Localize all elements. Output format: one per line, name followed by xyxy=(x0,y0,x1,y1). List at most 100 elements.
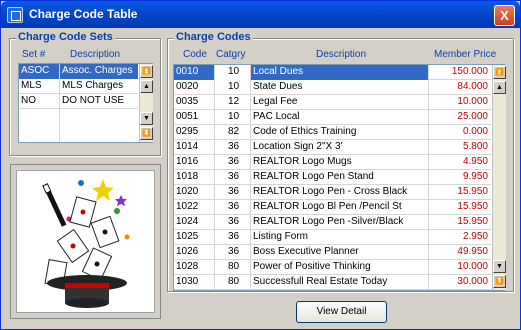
charge-category: 10 xyxy=(227,81,240,92)
charge-code-row[interactable]: 1030 80 Successfull Real Estate Today 30.00… xyxy=(174,275,491,290)
scroll-top-icon[interactable]: ⏫ xyxy=(140,65,153,78)
charge-description: Listing Form xyxy=(253,231,309,242)
charge-codes-title: Charge Codes xyxy=(174,31,253,43)
charge-code: 0295 xyxy=(176,126,199,137)
charge-code-row[interactable]: 1016 36 REALTOR Logo Mugs 4.950 xyxy=(174,155,491,170)
charge-code-row[interactable]: 0295 82 Code of Ethics Training 0.000 xyxy=(174,125,491,140)
scroll-down-icon[interactable]: ▼ xyxy=(140,112,153,125)
charge-category: 36 xyxy=(227,201,240,212)
charge-category: 10 xyxy=(227,111,240,122)
scroll-up-icon[interactable]: ▲ xyxy=(140,80,153,93)
charge-code-row[interactable]: 1022 36 REALTOR Logo Bl Pen /Pencil St 15.9… xyxy=(174,200,491,215)
charge-code: 0035 xyxy=(176,96,199,107)
charge-code: 1014 xyxy=(176,141,199,152)
charge-code: 1018 xyxy=(176,171,199,182)
charge-code: 1016 xyxy=(176,156,199,167)
charge-code-row[interactable]: 1028 80 Power of Positive Thinking 10.000 xyxy=(174,260,491,275)
charge-description: REALTOR Logo Bl Pen /Pencil St xyxy=(253,201,402,212)
scroll-bottom-icon[interactable]: ⏬ xyxy=(493,275,506,288)
set-description: DO NOT USE xyxy=(62,95,125,106)
charge-code-table-window: Charge Code Table X Charge Code Sets Set… xyxy=(0,0,521,330)
charge-category: 36 xyxy=(227,141,240,152)
charge-description: Local Dues xyxy=(251,65,428,80)
charge-code-row[interactable]: 0010 10 Local Dues 150.000 xyxy=(174,65,491,80)
member-price: 25.000 xyxy=(457,111,488,122)
charge-category: 12 xyxy=(227,96,240,107)
charge-category: 80 xyxy=(227,261,240,272)
scroll-up-icon[interactable]: ▲ xyxy=(493,81,506,94)
set-code: NO xyxy=(21,95,36,106)
description-header: Description xyxy=(316,49,367,60)
charge-category: 10 xyxy=(215,65,250,80)
scroll-top-icon[interactable]: ⏫ xyxy=(493,66,506,79)
charge-code-row[interactable]: 1018 36 REALTOR Logo Pen Stand 9.950 xyxy=(174,170,491,185)
set-header: Set # xyxy=(22,49,46,60)
set-row[interactable]: NO DO NOT USE xyxy=(19,94,138,109)
member-price: 10.000 xyxy=(457,261,488,272)
window-title: Charge Code Table xyxy=(29,7,138,21)
scroll-bottom-icon[interactable]: ⏬ xyxy=(140,127,153,140)
member-price: 9.950 xyxy=(462,171,488,182)
title-bar[interactable]: Charge Code Table X xyxy=(1,1,520,28)
charge-code: 0020 xyxy=(176,81,199,92)
set-row[interactable]: MLS MLS Charges xyxy=(19,79,138,94)
set-description: MLS Charges xyxy=(62,80,124,91)
charge-description: Successfull Real Estate Today xyxy=(253,276,388,287)
charge-code: 1026 xyxy=(176,246,199,257)
set-description: Assoc. Charges xyxy=(60,64,138,79)
member-price: 15.950 xyxy=(457,186,488,197)
charge-code-row[interactable]: 0035 12 Legal Fee 10.000 xyxy=(174,95,491,110)
member-price-header: Member Price xyxy=(434,49,497,60)
charge-description: REALTOR Logo Mugs xyxy=(253,156,352,167)
charge-description: REALTOR Logo Pen - Cross Black xyxy=(253,186,408,197)
sets-scrollbar[interactable]: ⏫ ▲ ▼ ⏬ xyxy=(139,64,153,142)
view-detail-button[interactable]: View Detail xyxy=(296,301,387,323)
magic-hat-image xyxy=(16,170,155,313)
set-code: ASOC xyxy=(19,64,59,79)
charge-code: 0010 xyxy=(174,65,214,80)
charge-category: 36 xyxy=(227,231,240,242)
member-price: 15.950 xyxy=(457,201,488,212)
charge-code: 1025 xyxy=(176,231,199,242)
charge-category: 36 xyxy=(227,171,240,182)
set-code: MLS xyxy=(21,80,42,91)
charge-category: 80 xyxy=(227,276,240,287)
charge-code-row[interactable]: 0020 10 State Dues 84.000 xyxy=(174,80,491,95)
member-price: 4.950 xyxy=(462,156,488,167)
charge-code-row[interactable]: 1014 36 Location Sign 2"X 3' 5.800 xyxy=(174,140,491,155)
charge-description: Power of Positive Thinking xyxy=(253,261,371,272)
set-description-header: Description xyxy=(70,49,121,60)
charge-description: Legal Fee xyxy=(253,96,298,107)
member-price: 10.000 xyxy=(457,96,488,107)
charge-code-sets-grid: ASOC Assoc. Charges MLS MLS Charges NO D… xyxy=(18,63,153,143)
charge-description: REALTOR Logo Pen Stand xyxy=(253,171,374,182)
charge-code-row[interactable]: 1024 36 REALTOR Logo Pen -Silver/Black 15.9… xyxy=(174,215,491,230)
charge-description: Boss Executive Planner xyxy=(253,246,359,257)
member-price: 30.000 xyxy=(457,276,488,287)
charge-code-row[interactable]: 1020 36 REALTOR Logo Pen - Cross Black 15.9… xyxy=(174,185,491,200)
member-price: 0.000 xyxy=(462,126,488,137)
charge-category: 82 xyxy=(227,126,240,137)
charge-description: Location Sign 2"X 3' xyxy=(253,141,343,152)
set-row[interactable]: ASOC Assoc. Charges xyxy=(19,64,138,79)
charge-code: 1022 xyxy=(176,201,199,212)
charge-code-sets-title: Charge Code Sets xyxy=(16,31,115,43)
charge-code-row[interactable]: 1026 36 Boss Executive Planner 49.950 xyxy=(174,245,491,260)
codes-scrollbar[interactable]: ⏫ ▲ ▼ ⏬ xyxy=(492,65,506,290)
charge-description: State Dues xyxy=(253,81,303,92)
charge-category: 36 xyxy=(227,246,240,257)
charge-code-sets-group: Charge Code Sets Set # Description ASOC … xyxy=(9,31,161,156)
charge-description: PAC Local xyxy=(253,111,300,122)
charge-code: 1028 xyxy=(176,261,199,272)
app-icon xyxy=(7,7,23,23)
member-price: 15.950 xyxy=(457,216,488,227)
charge-category: 36 xyxy=(227,156,240,167)
member-price: 5.800 xyxy=(462,141,488,152)
member-price: 150.000 xyxy=(451,66,488,77)
charge-code-row[interactable]: 1025 36 Listing Form 2.950 xyxy=(174,230,491,245)
charge-code: 1024 xyxy=(176,216,199,227)
charge-code-row[interactable]: 0051 10 PAC Local 25.000 xyxy=(174,110,491,125)
close-button[interactable]: X xyxy=(494,5,515,26)
scroll-down-icon[interactable]: ▼ xyxy=(493,260,506,273)
member-price: 2.950 xyxy=(462,231,488,242)
